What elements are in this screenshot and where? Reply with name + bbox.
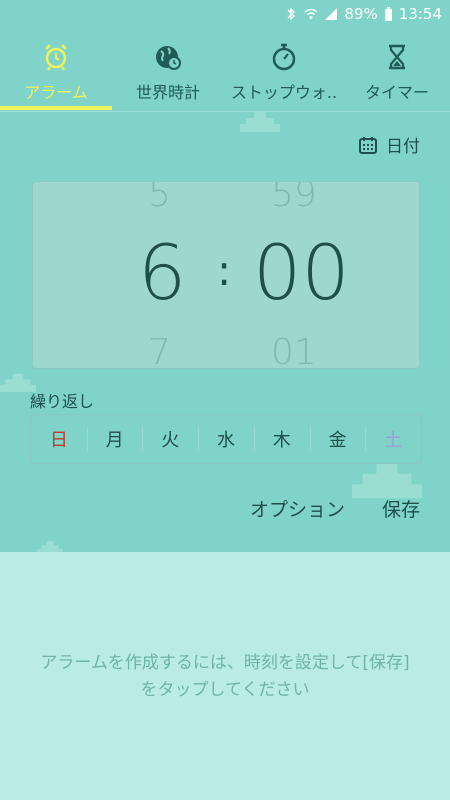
tab-divider bbox=[0, 111, 450, 112]
tab-label: 世界時計 bbox=[135, 83, 200, 102]
hour-next[interactable]: 7 bbox=[148, 332, 171, 368]
hourglass-icon bbox=[389, 44, 405, 70]
calendar-icon bbox=[359, 136, 377, 154]
date-button-label: 日付 bbox=[386, 137, 420, 157]
status-bar-right: 89% 13:54 bbox=[284, 5, 442, 23]
hour-value[interactable]: 6 bbox=[138, 228, 186, 317]
active-tab-indicator bbox=[0, 106, 112, 110]
tab-label: タイマー bbox=[364, 83, 429, 102]
hour-previous[interactable]: 5 bbox=[148, 182, 171, 215]
tab-world-clock[interactable]: 世界時計 bbox=[112, 30, 224, 112]
day-friday[interactable]: 金 bbox=[309, 415, 366, 463]
day-saturday[interactable]: 土 bbox=[365, 415, 421, 463]
day-monday[interactable]: 月 bbox=[86, 415, 143, 463]
signal-icon bbox=[325, 8, 338, 20]
minute-next[interactable]: 01 bbox=[271, 332, 317, 368]
save-button[interactable]: 保存 bbox=[382, 495, 420, 522]
tab-label: ストップウォ.. bbox=[230, 83, 338, 102]
time-picker: 5 59 6 : 00 7 01 bbox=[32, 181, 420, 369]
globe-clock-icon bbox=[156, 46, 181, 70]
date-button[interactable]: 日付 bbox=[358, 132, 420, 157]
stopwatch-icon bbox=[272, 43, 296, 71]
bluetooth-icon bbox=[287, 7, 296, 21]
empty-hint-text: アラームを作成するには、時刻を設定して[保存]をタップしてください bbox=[40, 653, 410, 700]
tab-stopwatch[interactable]: ストップウォ.. bbox=[224, 30, 344, 112]
tab-bar: アラーム 世界時計 ストップウォ.. タイマー bbox=[0, 30, 450, 112]
status-time: 13:54 bbox=[398, 5, 442, 23]
day-sunday[interactable]: 日 bbox=[31, 415, 87, 463]
alarm-clock-icon bbox=[45, 44, 67, 71]
day-tuesday[interactable]: 火 bbox=[142, 415, 198, 463]
tab-label: アラーム bbox=[24, 83, 88, 102]
cloud-decoration bbox=[352, 463, 422, 499]
minute-value[interactable]: 00 bbox=[253, 228, 350, 317]
battery-percent: 89% bbox=[344, 5, 378, 23]
options-button[interactable]: オプション bbox=[250, 495, 345, 522]
day-thursday[interactable]: 木 bbox=[253, 415, 310, 463]
status-bar: 89% 13:54 bbox=[0, 0, 450, 30]
repeat-days: 日 月 火 水 木 金 土 bbox=[30, 414, 422, 464]
wifi-icon bbox=[304, 8, 318, 19]
battery-icon bbox=[384, 7, 392, 21]
repeat-label: 繰り返し bbox=[30, 392, 95, 411]
minute-previous[interactable]: 59 bbox=[271, 182, 317, 215]
tab-alarm[interactable]: アラーム bbox=[0, 30, 112, 112]
time-separator: : bbox=[217, 246, 232, 295]
day-wednesday[interactable]: 水 bbox=[198, 415, 254, 463]
cloud-decoration bbox=[240, 112, 280, 132]
tab-timer[interactable]: タイマー bbox=[344, 30, 450, 112]
